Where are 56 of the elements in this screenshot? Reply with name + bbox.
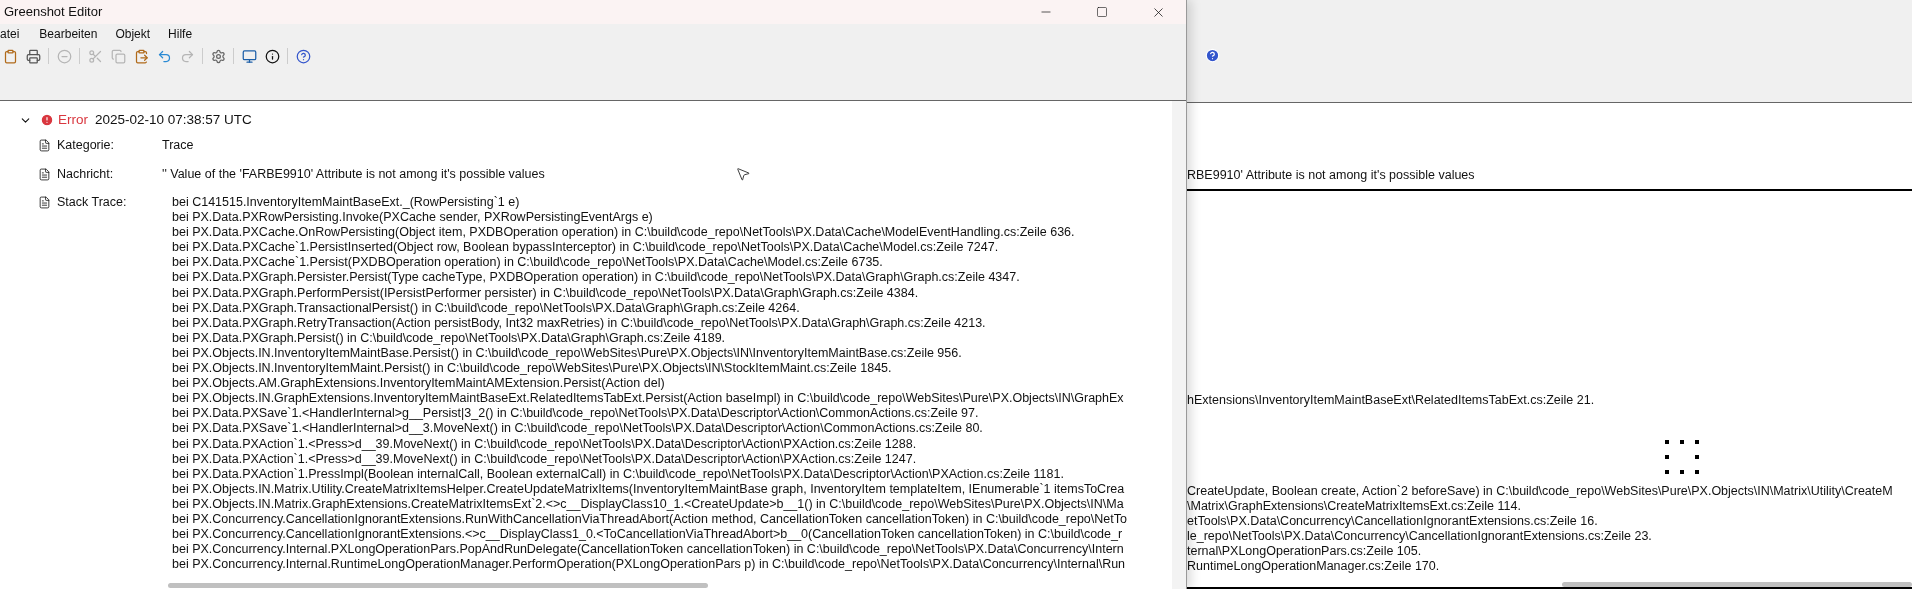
field-label: Stack Trace:: [56, 196, 128, 209]
stack-trace-line: bei PX.Concurrency.Internal.RuntimeLongOperationManager.PerformOperation(PXLongOperationPars p) in C:\build\code_repo\NetTools\PX.Data\Concurrency\Internal\Run: [172, 557, 1127, 573]
stack-trace-line: bei PX.Data.PXGraph.TransactionalPersist() in C:\build\code_repo\NetTools\PX.Data\Graph\Graph.cs:Zeile 4264.: [172, 300, 801, 316]
stack-trace-line: bei PX.Data.PXGraph.Persist() in C:\build\code_repo\NetTools\PX.Data\Graph\Graph.cs:Zeile 4189.: [172, 330, 727, 346]
error-icon: [40, 113, 54, 127]
field-icon: [38, 196, 51, 209]
stack-trace-line: bei PX.Data.PXRowPersisting.Invoke(PXCache sender, PXRowPersistingEventArgs e): [172, 210, 654, 226]
stack-trace-line: CreateUpdate, Boolean create, Action`2 beforeSave) in C:\build\code_repo\WebSites\Pure\PX.Objects\IN\Matrix\Utility\CreateM: [1187, 483, 1893, 498]
stack-trace-line: bei C141515.InventoryItemMaintBaseExt._(RowPersisting`1 e): [172, 195, 521, 211]
stack-trace-line: RuntimeLongOperationManager.cs:Zeile 170.: [1187, 559, 1440, 574]
field-value: Trace: [162, 137, 194, 155]
stack-trace-line: bei PX.Data.PXAction`1.<Press>d__39.MoveNext() in C:\build\code_repo\NetTools\PX.Data\Descriptor\Action\PXAction.cs:Zeile 1247.: [172, 451, 918, 467]
field-icon: [38, 139, 51, 152]
stack-trace-line: bei PX.Data.PXCache`1.PersistInserted(Object row, Boolean bypassInterceptor) in C:\build\code_repo\NetTools\PX.Data\Cache\Model.cs:Zeile 7247.: [172, 240, 1000, 256]
stack-trace-line: bei PX.Data.PXGraph.RetryTransaction(Action persistBody, Int32 maxRetries) in C:\build\code_repo\NetTools\PX.Data\Graph\Graph.cs:Zeile 4213.: [172, 315, 987, 331]
stack-trace-line: bei PX.Data.PXSave`1.<HandlerInternal>g__Persist|3_2() in C:\build\code_repo\NetTools\PX.Data\Descriptor\Action\CommonActions.cs:Zeile 97.: [172, 406, 980, 422]
horizontal-scrollbar[interactable]: [168, 582, 708, 588]
horizontal-scrollbar[interactable]: [1562, 581, 1912, 587]
menu-item[interactable]: Bearbeiten: [31, 25, 106, 43]
field-label: Kategorie:: [56, 137, 115, 155]
message-text: RBE9910' Attribute is not among it's possible values: [1187, 167, 1475, 185]
window-title: Greenshot Editor: [3, 3, 103, 22]
stack-trace-line: bei PX.Concurrency.CancellationIgnorantExtensions.RunWithCancellationViaThreadAbort(Action method, CancellationToken cancellationToken) in C:\build\code_repo\NetTo: [172, 511, 1127, 528]
selection-handles-icon: [1665, 440, 1701, 476]
stack-trace-line: bei PX.Data.PXCache`1.Persist(PXDBOperation operation) in C:\build\code_repo\NetTools\PX.Data\Cache\Model.cs:Zeile 6735.: [172, 255, 884, 271]
stack-trace-line: bei PX.Concurrency.Internal.PXLongOperationPars.PopAndRunDelegate(CancellationToken cancellationToken) in C:\build\code_repo\NetTools\PX.Data\Concurrency\Intern: [172, 542, 1125, 558]
field-value: '' Value of the 'FARBE9910' Attribute is not among it's possible values: [162, 166, 545, 184]
stack-trace-line: bei PX.Objects.AM.GraphExtensions.InventoryItemMaintAMExtension.Persist(Action del): [172, 376, 666, 392]
menu-item[interactable]: Hilfe: [160, 25, 201, 43]
help-icon[interactable]: [1205, 48, 1220, 63]
menu-item[interactable]: Objekt: [107, 25, 159, 43]
stack-trace-line: bei PX.Concurrency.CancellationIgnorantExtensions.<>c__DisplayClass1_0.<ToCancellationViaThreadAbort>b__0(CancellationToken cancellationToken) in C:\build\code_r: [172, 527, 1124, 543]
stack-trace-line: bei PX.Data.PXCache.OnRowPersisting(Object item, PXDBOperation operation) in C:\build\code_repo\NetTools\PX.Data\Cache\ModelEventHandling.cs:Zeile 636.: [172, 225, 1076, 241]
error-level: Error: [58, 110, 88, 129]
stack-trace-line: ternal\PXLongOperationPars.cs:Zeile 105.: [1187, 544, 1422, 559]
stack-trace-line: bei PX.Objects.IN.Matrix.GraphExtensions.CreateMatrixItemsExt`2.<>c__DisplayClass10_1.<CreateUpdate>b__1() in C:\build\code_repo\WebSites\Pure\PX.Objects\IN\Ma: [172, 496, 1125, 512]
stack-trace-line: bei PX.Data.PXAction`1.PressImpl(Boolean internalCall, Boolean externalCall) in C:\build\code_repo\NetTools\PX.Data\Descriptor\Action\PXAction.cs:Zeile 1181.: [172, 466, 1065, 482]
timestamp: 2025-02-10 07:38:57 UTC: [95, 110, 252, 129]
menu-item[interactable]: atei: [0, 25, 30, 43]
mouse-pointer-icon: [735, 166, 751, 182]
stack-trace-line: \Matrix\GraphExtensions\CreateMatrixItemsExt.cs:Zeile 114.: [1187, 498, 1521, 513]
field-label: Nachricht:: [56, 166, 115, 184]
maximize-icon: [1096, 6, 1108, 18]
stack-trace-line: bei PX.Objects.IN.InventoryItemMaintBase.Persist() in C:\build\code_repo\WebSites\Pure\PX.Objects\IN\InventoryItemMaintBase.cs:Zeile 956.: [172, 345, 963, 362]
stack-trace-line: bei PX.Data.PXGraph.Persister.Persist(Type cacheType, PXDBOperation operation) in C:\build\code_repo\NetTools\PX.Data\Graph\Graph.cs:Zeile 4347.: [172, 270, 1021, 286]
stack-trace-line: bei PX.Data.PXGraph.PerformPersist(IPersistPerformer persister) in C:\build\code_repo\NetTools\PX.Data\Graph\Graph.cs:Zeile 4384.: [172, 285, 920, 301]
stack-trace-line: hExtensions\InventoryItemMaintBaseExt\RelatedItemsTabExt.cs:Zeile 21.: [1187, 393, 1595, 408]
stack-trace-line: bei PX.Objects.IN.InventoryItemMaint.Persist() in C:\build\code_repo\WebSites\Pure\PX.Objects\IN\StockItemMaint.cs:Zeile 1845.: [172, 361, 893, 377]
stack-trace-line: bei PX.Objects.IN.GraphExtensions.InventoryItemMaintBaseExt.RelatedItemsTabExt.Persist(Action baseImpl) in C:\build\code_repo\WebSites\Pure\PX.Objects\IN\GraphEx: [172, 391, 1125, 407]
stack-trace-line: bei PX.Data.PXAction`1.<Press>d__39.MoveNext() in C:\build\code_repo\NetTools\PX.Data\Descriptor\Action\PXAction.cs:Zeile 1288.: [172, 436, 918, 452]
vertical-scrollbar[interactable]: [1172, 101, 1186, 589]
stack-trace-line: bei PX.Data.PXSave`1.<HandlerInternal>d__3.MoveNext() in C:\build\code_repo\NetTools\PX.Data\Descriptor\Action\CommonActions.cs:Zeile 80.: [172, 421, 984, 437]
stack-trace-line: etTools\PX.Data\Concurrency\CancellationIgnorantExtensions.cs:Zeile 16.: [1187, 513, 1598, 528]
field-icon: [38, 168, 51, 181]
stack-trace-line: bei PX.Objects.IN.Matrix.Utility.CreateMatrixItemsHelper.CreateUpdateMatrixItems(InventoryItemMaintBase graph, InventoryItem templateItem, IEnumerable`1 itemsToCrea: [172, 481, 1126, 497]
stack-trace-line: le_repo\NetTools\PX.Data\Concurrency\CancellationIgnorantExtensions.cs:Zeile 23.: [1187, 529, 1652, 544]
